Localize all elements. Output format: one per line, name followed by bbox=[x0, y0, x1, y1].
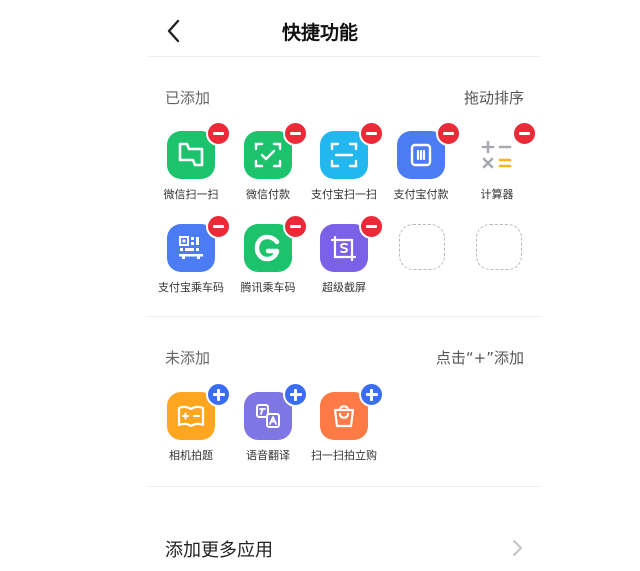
shortcut-super-screenshot[interactable]: 超级截屏 bbox=[303, 214, 385, 314]
remove-badge[interactable] bbox=[359, 214, 384, 239]
empty-slot bbox=[399, 224, 445, 270]
shortcut-wechat-pay[interactable]: 微信付款 bbox=[227, 121, 309, 221]
shortcut-alipay-scan[interactable]: 支付宝扫一扫 bbox=[303, 121, 385, 221]
header: 快捷功能 bbox=[0, 0, 640, 62]
divider bbox=[148, 56, 540, 57]
divider bbox=[148, 316, 540, 317]
chevron-right-icon bbox=[513, 540, 522, 556]
shortcut-voice-translate[interactable]: 语音翻译 bbox=[227, 382, 309, 482]
shortcut-calculator[interactable]: 计算器 bbox=[456, 121, 538, 221]
shortcut-label: 扫一扫拍立购 bbox=[311, 449, 377, 462]
shortcut-label: 超级截屏 bbox=[322, 281, 366, 294]
add-badge[interactable] bbox=[359, 382, 384, 407]
shortcut-wechat-scan[interactable]: 微信扫一扫 bbox=[150, 121, 232, 221]
shortcut-scan-shop[interactable]: 扫一扫拍立购 bbox=[303, 382, 385, 482]
not-added-section-title: 未添加 bbox=[165, 349, 211, 367]
shortcut-label: 计算器 bbox=[480, 188, 514, 201]
shortcut-alipay-pay[interactable]: 支付宝付款 bbox=[380, 121, 462, 221]
shortcut-alipay-bus-code[interactable]: 支付宝乘车码 bbox=[150, 214, 232, 314]
empty-slot bbox=[476, 224, 522, 270]
shortcut-tencent-bus-code[interactable]: 腾讯乘车码 bbox=[227, 214, 309, 314]
drag-sort-hint: 拖动排序 bbox=[463, 89, 524, 107]
divider bbox=[148, 486, 540, 487]
added-section-title: 已添加 bbox=[165, 89, 211, 107]
add-more-apps-label: 添加更多应用 bbox=[165, 540, 273, 561]
page-title: 快捷功能 bbox=[281, 22, 358, 44]
shortcut-camera-question[interactable]: 相机拍题 bbox=[150, 382, 232, 482]
remove-badge[interactable] bbox=[512, 121, 537, 146]
add-more-apps-row[interactable]: 添加更多应用 bbox=[148, 520, 540, 570]
tap-add-hint: 点击“+”添加 bbox=[435, 349, 524, 367]
